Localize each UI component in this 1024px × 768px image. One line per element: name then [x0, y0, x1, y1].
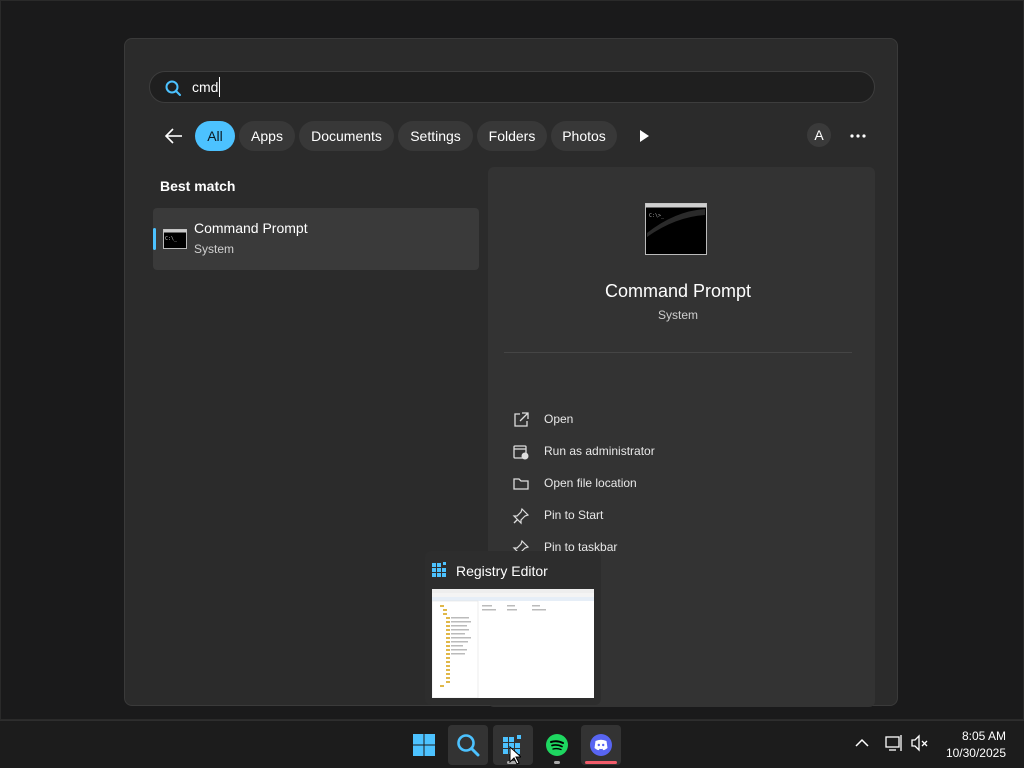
spotify-icon — [546, 734, 568, 756]
admin-shield-icon — [513, 445, 529, 460]
clock-time[interactable]: 8:05 AM — [950, 729, 1006, 743]
action-label: Run as administrator — [544, 444, 655, 458]
volume-muted-icon[interactable] — [909, 733, 929, 753]
play-more-filters-icon[interactable] — [635, 127, 653, 145]
search-box[interactable]: cmd — [149, 71, 875, 103]
open-external-icon — [514, 412, 529, 427]
thumbnail-title: Registry Editor — [456, 563, 548, 579]
mouse-cursor-icon — [509, 746, 521, 765]
command-prompt-large-icon: C:\>_ — [645, 203, 707, 255]
folder-icon — [513, 478, 529, 490]
action-label: Open file location — [544, 476, 637, 490]
registry-editor-window-preview — [432, 589, 594, 698]
svg-text:C:\>_: C:\>_ — [649, 213, 665, 219]
clock-date[interactable]: 10/30/2025 — [938, 746, 1006, 760]
search-icon — [457, 734, 480, 757]
network-icon[interactable] — [884, 733, 904, 753]
windows-start-icon — [413, 734, 435, 756]
best-match-heading: Best match — [160, 178, 236, 194]
action-open[interactable]: Open — [512, 408, 812, 432]
taskbar-search-button[interactable] — [448, 725, 488, 765]
search-input[interactable]: cmd — [192, 77, 221, 97]
attention-indicator — [585, 761, 617, 764]
result-subtitle: System — [194, 242, 235, 256]
action-open-file-location[interactable]: Open file location — [512, 472, 812, 496]
filter-documents[interactable]: Documents — [299, 121, 394, 151]
discord-icon — [590, 734, 612, 756]
detail-title: Command Prompt — [604, 281, 752, 301]
more-options-icon[interactable] — [847, 125, 869, 147]
result-title: Command Prompt — [194, 220, 308, 236]
filter-settings[interactable]: Settings — [398, 121, 473, 151]
divider — [504, 352, 852, 353]
action-label: Open — [544, 412, 574, 426]
filter-apps[interactable]: Apps — [239, 121, 295, 151]
filter-folders[interactable]: Folders — [477, 121, 547, 151]
action-pin-to-start[interactable]: Pin to Start — [512, 504, 812, 528]
best-match-result[interactable]: C:\_ Command Prompt System — [153, 208, 479, 270]
search-icon — [165, 80, 181, 96]
command-prompt-icon: C:\_ — [163, 229, 187, 249]
svg-text:C:\_: C:\_ — [165, 236, 178, 242]
back-arrow-icon[interactable] — [161, 123, 187, 149]
detail-subtitle: System — [657, 308, 698, 322]
filter-photos[interactable]: Photos — [551, 121, 617, 151]
account-avatar[interactable]: A — [807, 123, 831, 147]
pin-icon — [512, 507, 530, 525]
filter-all[interactable]: All — [195, 121, 235, 151]
running-indicator — [554, 761, 560, 764]
taskbar-start-button[interactable] — [404, 725, 444, 765]
filter-bar: All Apps Documents Settings Folders Phot… — [155, 119, 875, 153]
taskbar-discord[interactable] — [581, 725, 621, 765]
chevron-up-icon[interactable] — [852, 733, 872, 753]
taskbar-spotify[interactable] — [537, 725, 577, 765]
action-run-as-admin[interactable]: Run as administrator — [512, 440, 812, 464]
selection-indicator — [153, 228, 156, 250]
taskbar-thumbnail-preview[interactable]: Registry Editor — [425, 551, 601, 705]
registry-editor-icon — [432, 562, 446, 577]
action-label: Pin to Start — [544, 508, 604, 522]
